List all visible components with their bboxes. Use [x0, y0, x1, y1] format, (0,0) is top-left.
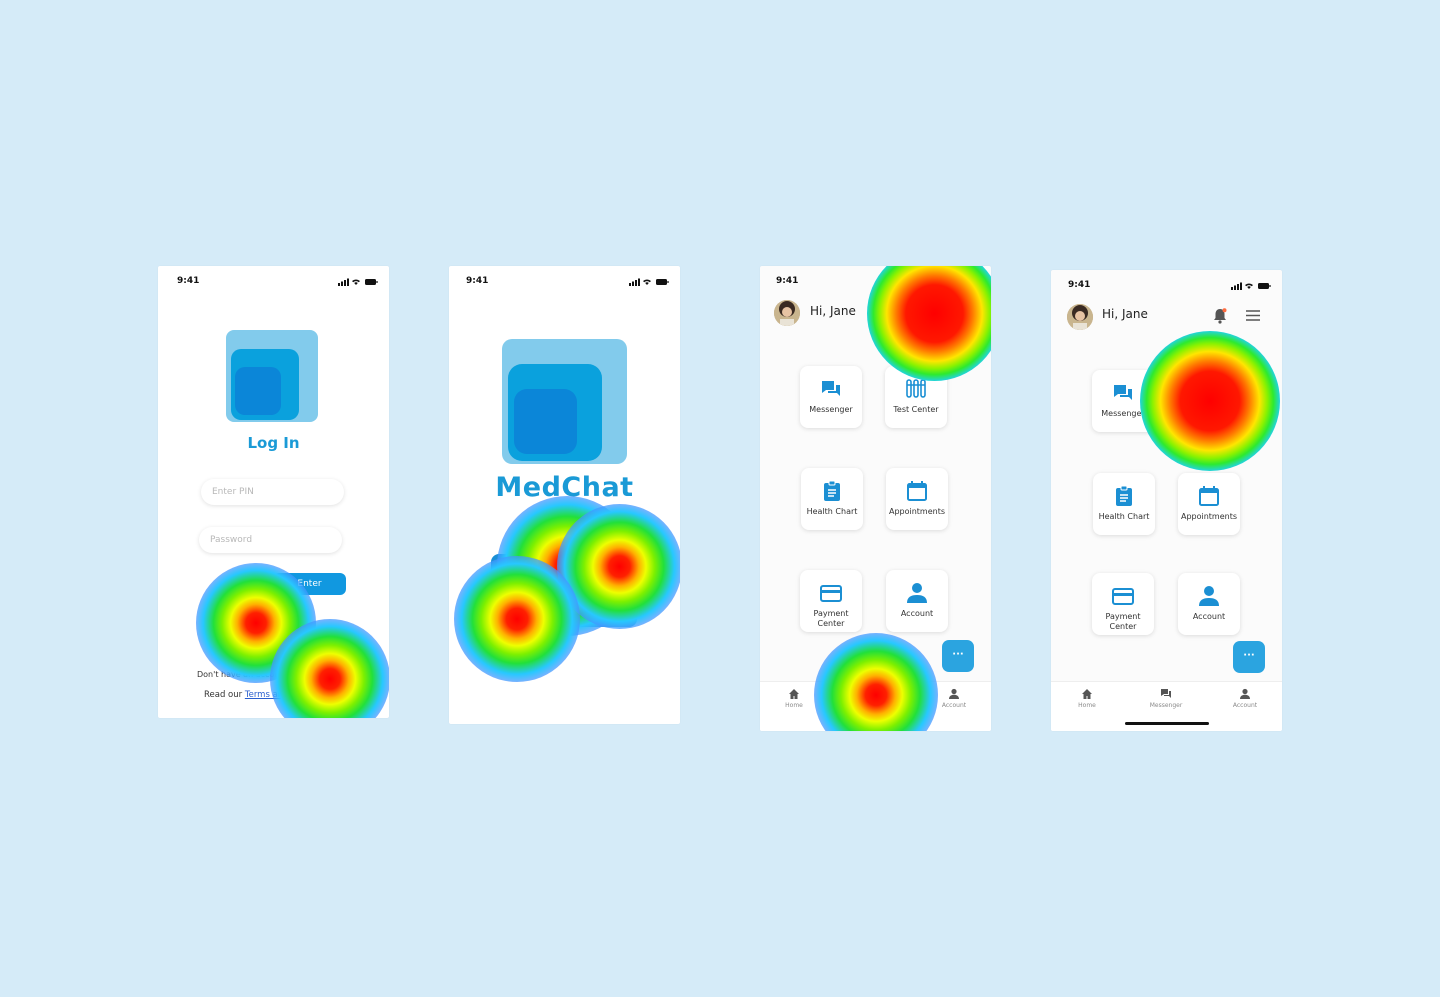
tile-label: Appointments: [888, 507, 946, 516]
status-time: 9:41: [177, 276, 200, 286]
signup-prefix: Don't have an account?: [197, 670, 292, 679]
tile-account[interactable]: Account: [1178, 573, 1240, 635]
status-icons: [629, 278, 669, 286]
tab-label: Account: [1232, 702, 1258, 709]
pin-field[interactable]: Enter PIN: [201, 479, 344, 505]
credit-card-icon: [1112, 588, 1134, 605]
tab-label: Messenger: [1149, 702, 1183, 709]
signup-text: Don't have an account? Sign Up: [197, 670, 325, 679]
chat-fab-button[interactable]: ···: [942, 640, 974, 672]
avatar[interactable]: [1067, 304, 1093, 330]
menu-icon[interactable]: [1246, 310, 1260, 321]
signup-link[interactable]: Sign Up: [294, 670, 325, 679]
tile-messenger[interactable]: Messenger: [800, 366, 862, 428]
person-icon: [1199, 586, 1219, 606]
terms-prefix: Read our: [204, 690, 243, 700]
login-button[interactable]: Log In: [491, 600, 637, 627]
tile-messenger[interactable]: Messenger: [1092, 370, 1154, 432]
tile-label: Messenger: [1101, 409, 1145, 418]
password-field[interactable]: Password: [199, 527, 342, 553]
status-icons: [940, 278, 980, 286]
tile-label: Account: [900, 609, 934, 618]
calendar-icon: [1199, 486, 1219, 506]
test-tubes-icon: [906, 379, 926, 398]
tile-account[interactable]: Account: [886, 570, 948, 632]
tab-account[interactable]: Account: [1223, 688, 1267, 709]
tab-messenger[interactable]: Messenger: [1144, 688, 1188, 709]
home-icon: [789, 689, 799, 699]
calendar-icon: [907, 481, 927, 501]
primary-button[interactable]: [491, 554, 637, 581]
app-logo: [502, 339, 627, 464]
chat-bubbles-icon: [822, 381, 840, 396]
tab-home[interactable]: Home: [1065, 688, 1109, 709]
status-time: 9:41: [776, 276, 799, 286]
login-screen: 9:41 Log In Enter PIN Password Enter For…: [158, 266, 389, 718]
bell-icon[interactable]: [1213, 308, 1227, 324]
tile-appointments[interactable]: Appointments: [886, 468, 948, 530]
tile-label: Test Center: [1185, 409, 1231, 418]
tile-label: Payment Center: [1105, 612, 1141, 631]
tab-home[interactable]: Home: [772, 688, 816, 709]
tile-health-chart[interactable]: Health Chart: [801, 468, 863, 530]
tile-test-center[interactable]: Test Center: [1177, 370, 1239, 432]
pin-placeholder: Enter PIN: [212, 487, 254, 497]
person-icon: [949, 688, 959, 699]
tile-label: Appointments: [1180, 512, 1238, 521]
tile-payment-center[interactable]: Payment Center: [800, 570, 862, 632]
status-time: 9:41: [1068, 280, 1091, 290]
person-icon: [907, 583, 927, 603]
avatar[interactable]: [774, 300, 800, 326]
tile-appointments[interactable]: Appointments: [1178, 473, 1240, 535]
forgot-password-link[interactable]: Forgot Password?: [238, 616, 308, 625]
page-title: Log In: [247, 434, 300, 452]
enter-button[interactable]: Enter: [273, 573, 346, 595]
reset-pin-link[interactable]: Reset PIN: [158, 645, 389, 654]
tile-payment-center[interactable]: Payment Center: [1092, 573, 1154, 635]
heatmap-spot: [270, 619, 389, 718]
tab-label: Home: [785, 702, 803, 709]
tile-label: Health Chart: [1098, 512, 1150, 521]
tile-label: Health Chart: [806, 507, 858, 516]
home-indicator: [1125, 722, 1209, 725]
tile-label: Account: [1192, 612, 1226, 621]
terms-link[interactable]: Terms and Conditions: [245, 690, 336, 700]
dashboard-screen-v2: 9:41 Hi, Jane Messenger Test Center Heal…: [1051, 270, 1282, 731]
chat-icon: [1161, 689, 1171, 698]
tile-health-chart[interactable]: Health Chart: [1093, 473, 1155, 535]
greeting: Hi, Jane: [1102, 307, 1148, 321]
tab-label: Account: [941, 702, 967, 709]
tile-label: Messenger: [809, 405, 853, 414]
greeting: Hi, Jane: [810, 304, 856, 318]
clipboard-icon: [1116, 485, 1132, 506]
tab-account[interactable]: Account: [932, 688, 976, 709]
status-icons: [338, 278, 378, 286]
tab-label: Home: [1078, 702, 1096, 709]
credit-card-icon: [820, 585, 842, 602]
status-icons: [1231, 282, 1271, 290]
clipboard-icon: [824, 480, 840, 501]
tile-label: Test Center: [893, 405, 939, 414]
home-indicator: [833, 722, 917, 725]
splash-screen: 9:41 MedChat Log In: [449, 266, 680, 724]
home-icon: [1082, 689, 1092, 699]
person-icon: [1240, 688, 1250, 699]
chat-fab-button[interactable]: ···: [1233, 641, 1265, 673]
dashboard-screen-v1: 9:41 Hi, Jane Messenger Test Center Heal…: [760, 266, 991, 731]
terms-text: Read our Terms and Conditions: [204, 690, 336, 700]
app-logo: [226, 330, 318, 422]
tile-test-center[interactable]: Test Center: [885, 366, 947, 428]
test-tubes-icon: [1198, 383, 1218, 402]
password-placeholder: Password: [210, 535, 253, 545]
chat-bubbles-icon: [1114, 385, 1132, 400]
status-time: 9:41: [466, 276, 489, 286]
app-name: MedChat: [495, 472, 634, 503]
tile-label: Payment Center: [813, 609, 849, 628]
